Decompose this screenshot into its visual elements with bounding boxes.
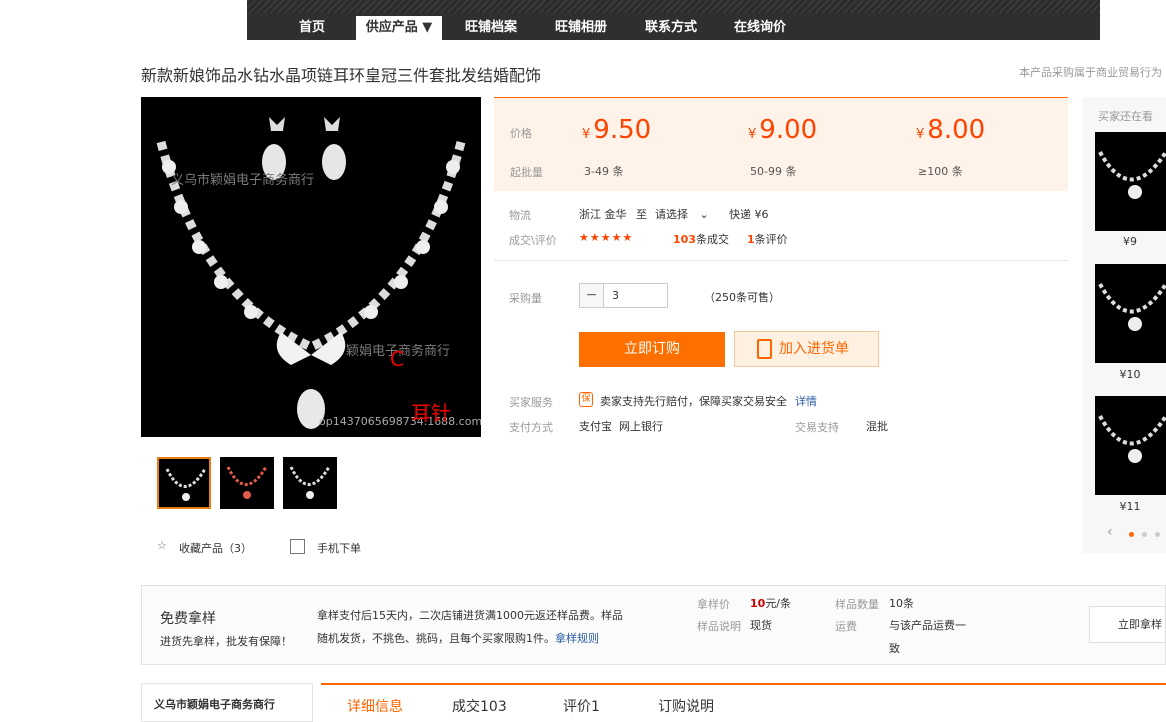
sample-desc-label: 样品说明	[697, 620, 741, 633]
recommend-item-3-image[interactable]	[1095, 396, 1166, 495]
carousel-dot[interactable]	[1155, 532, 1160, 537]
recommend-item-3-price: ¥11	[1119, 500, 1141, 513]
logistics-to: 至	[636, 208, 647, 221]
necklace-illustration	[156, 117, 466, 429]
rating-stars: ★★★★★	[579, 231, 634, 244]
qty-tier-2: 50-99 条	[750, 165, 797, 178]
price-tier-1: ¥9.50	[582, 115, 652, 145]
qrcode-icon[interactable]	[290, 539, 305, 554]
divider	[494, 260, 1068, 261]
moq-label: 起批量	[510, 166, 543, 179]
recommend-item-1-image[interactable]	[1095, 132, 1166, 231]
nav-products[interactable]: 供应产品 ▼	[356, 16, 442, 40]
price-label: 价格	[510, 127, 532, 140]
nav-contact[interactable]: 联系方式	[633, 16, 709, 40]
tab-details[interactable]: 详细信息	[347, 696, 403, 716]
free-sample-panel: 免费拿样 进货先拿样，批发有保障！ 拿样支付后15天内，二次店铺进货满1000元…	[141, 585, 1166, 665]
services-label: 买家服务	[509, 396, 553, 409]
image-label-earpin: 耳针	[411, 401, 451, 425]
trade-note: 本产品采购属于商业贸易行为	[1019, 66, 1162, 79]
sample-rules-link[interactable]: 拿样规则	[555, 632, 599, 645]
carousel-dot-active[interactable]	[1129, 532, 1134, 537]
tab-order-notes[interactable]: 订购说明	[658, 696, 714, 716]
services-text: 卖家支持先行赔付，保障买家交易安全	[600, 395, 787, 408]
qty-tier-1: 3-49 条	[584, 165, 624, 178]
sample-qty-label: 样品数量	[835, 598, 879, 611]
buy-now-button[interactable]: 立即订购	[579, 332, 725, 367]
carousel-dot[interactable]	[1142, 532, 1147, 537]
price-tier-3: ¥8.00	[916, 115, 986, 145]
recommend-item-2-price: ¥10	[1119, 368, 1141, 381]
image-url: op1437065698734.1688.com	[319, 415, 481, 428]
logistics-label: 物流	[509, 209, 531, 222]
image-watermark: 义乌市颖娟电子商务商行	[171, 173, 315, 188]
sample-price: 10元/条	[750, 597, 792, 610]
deals-label: 成交\评价	[509, 234, 557, 247]
chevron-left-icon[interactable]: ‹	[1107, 524, 1113, 540]
nav-profile[interactable]: 旺铺档案	[453, 16, 529, 40]
nav-stripe	[247, 0, 1100, 13]
trade-support-label: 交易支持	[795, 421, 839, 434]
recommend-item-2-image[interactable]	[1095, 264, 1166, 363]
shop-name[interactable]: 义乌市颖娟电子商务商行	[154, 696, 275, 712]
sample-shipping-line2: 致	[889, 642, 900, 655]
tab-deals[interactable]: 成交103	[452, 696, 507, 716]
sample-price-label: 拿样价	[697, 598, 730, 611]
product-main-image[interactable]: 义乌市颖娟电子商务商行 颖娟电子商务商行 op1437065698734.168…	[141, 97, 481, 437]
image-label-c: C	[390, 347, 404, 371]
services-details-link[interactable]: 详情	[795, 393, 817, 409]
minus-button[interactable]: −	[580, 284, 604, 307]
tab-reviews[interactable]: 评价1	[563, 696, 600, 716]
payment-methods: 支付宝 网上银行	[579, 420, 663, 433]
sample-shipping-label: 运费	[835, 620, 857, 633]
express-fee: 快递 ¥6	[729, 208, 769, 221]
sample-qty: 10条	[889, 597, 914, 610]
logistics-from: 浙江 金华	[579, 208, 627, 221]
purchase-label: 采购量	[509, 292, 542, 305]
favorite-link[interactable]: 收藏产品（3）	[179, 540, 252, 556]
detail-tabs: 详细信息 成交103 评价1 订购说明	[321, 683, 1166, 722]
quantity-input[interactable]: 3	[612, 289, 619, 302]
price-tier-2: ¥9.00	[748, 115, 818, 145]
sample-desc-line1: 拿样支付后15天内，二次店铺进货满1000元返还样品费。样品	[317, 609, 623, 622]
chevron-down-icon: ⌄	[699, 208, 709, 221]
recommend-item-1-price: ¥9	[1123, 235, 1137, 248]
favorite-star-icon[interactable]: ☆	[157, 539, 167, 552]
sample-desc: 现货	[750, 619, 772, 632]
thumbnail-2[interactable]	[220, 457, 274, 509]
get-sample-button[interactable]: 立即拿样	[1089, 606, 1166, 643]
clipboard-icon	[757, 339, 772, 359]
recommend-title: 买家还在看	[1098, 110, 1153, 123]
nav-home[interactable]: 首页	[287, 16, 337, 40]
payment-label: 支付方式	[509, 421, 553, 434]
sample-subtitle: 进货先拿样，批发有保障！	[160, 635, 292, 648]
trade-support-value: 混批	[866, 420, 888, 433]
shop-info-box: 义乌市颖娟电子商务商行	[141, 683, 313, 722]
thumbnail-3[interactable]	[283, 457, 337, 509]
sample-desc-line2: 随机发货，不挑色、挑码，且每个买家限购1件。拿样规则	[317, 632, 599, 645]
review-count[interactable]: 1条评价	[747, 231, 788, 247]
destination-select[interactable]: 请选择 ⌄	[655, 206, 709, 222]
nav-album[interactable]: 旺铺相册	[543, 16, 619, 40]
sample-title: 免费拿样	[160, 611, 216, 627]
add-to-cart-button[interactable]: 加入进货单	[734, 331, 879, 367]
stock-available: （250条可售）	[704, 291, 780, 304]
deal-count[interactable]: 103条成交	[673, 231, 729, 247]
sample-shipping-line1: 与该产品运费一	[889, 619, 966, 632]
shield-icon: 保	[579, 392, 593, 407]
product-title: 新款新娘饰品水钻水晶项链耳环皇冠三件套批发结婚配饰	[141, 66, 542, 85]
recommend-panel: 买家还在看 ¥9 ¥10 ¥11 ‹	[1082, 97, 1166, 553]
price-panel: 价格 起批量 ¥9.50 ¥9.00 ¥8.00 3-49 条 50-99 条 …	[494, 97, 1068, 191]
mobile-order-link[interactable]: 手机下单	[317, 540, 361, 556]
top-nav: 首页 供应产品 ▼ 旺铺档案 旺铺相册 联系方式 在线询价	[247, 0, 1100, 40]
quantity-stepper[interactable]: − 3	[579, 283, 668, 308]
thumbnail-1[interactable]	[157, 457, 211, 509]
nav-inquiry[interactable]: 在线询价	[722, 16, 798, 40]
qty-tier-3: ≥100 条	[918, 165, 963, 178]
